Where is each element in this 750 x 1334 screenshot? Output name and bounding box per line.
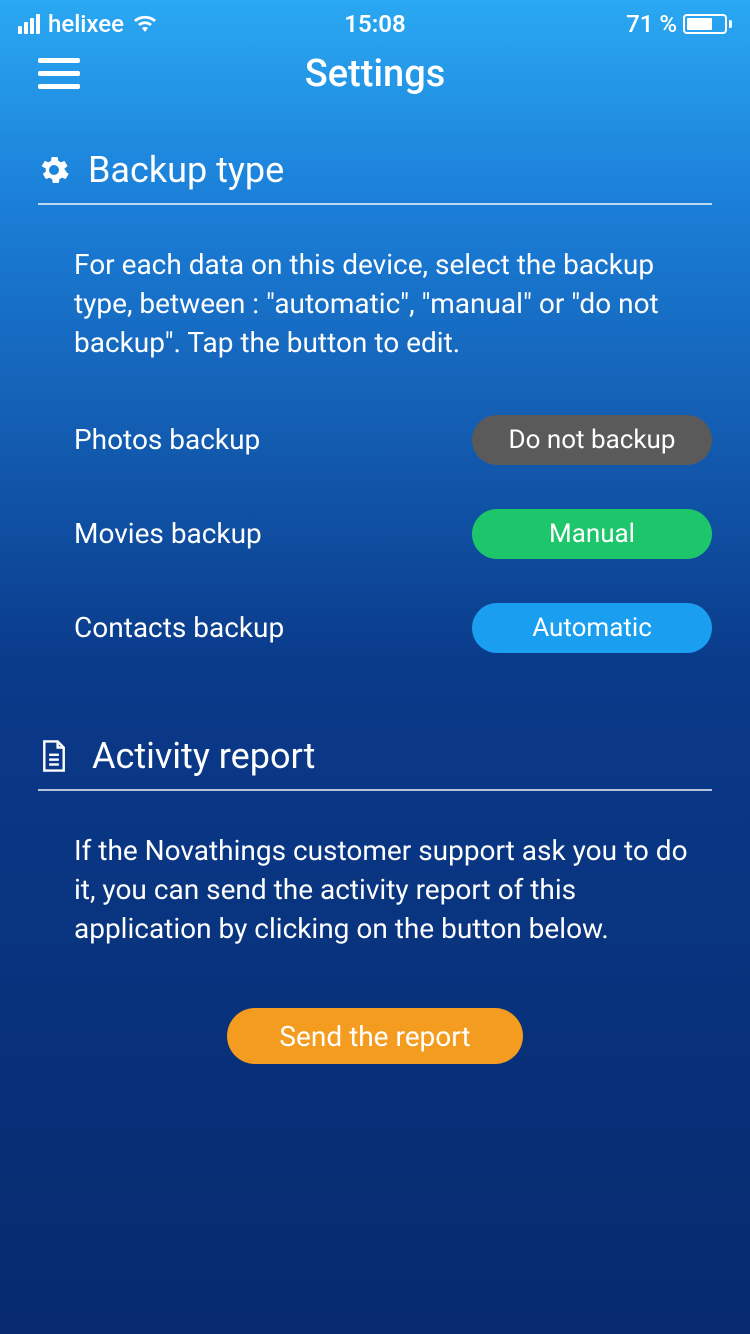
activity-section-description: If the Novathings customer support ask y… <box>38 791 712 979</box>
menu-icon[interactable] <box>38 58 80 89</box>
backup-section-title: Backup type <box>88 149 284 191</box>
status-bar: helixee 15:08 71 % <box>0 0 750 40</box>
activity-section-header: Activity report <box>38 735 712 791</box>
status-left: helixee <box>18 10 158 38</box>
send-report-button[interactable]: Send the report <box>227 1008 523 1064</box>
gear-icon <box>38 154 70 186</box>
battery-percent: 71 % <box>626 10 677 38</box>
movies-backup-label: Movies backup <box>74 517 262 550</box>
status-time: 15:08 <box>344 10 405 38</box>
backup-section-description: For each data on this device, select the… <box>38 205 712 393</box>
backup-type-section: Backup type For each data on this device… <box>0 99 750 675</box>
status-right: 71 % <box>626 10 732 38</box>
page-title: Settings <box>305 52 446 96</box>
movies-backup-button[interactable]: Manual <box>472 509 712 559</box>
activity-section-title: Activity report <box>92 735 315 777</box>
signal-icon <box>18 14 40 34</box>
app-header: Settings <box>0 40 750 99</box>
carrier-label: helixee <box>48 10 124 38</box>
activity-report-section: Activity report If the Novathings custom… <box>0 675 750 1065</box>
document-icon <box>38 740 70 772</box>
wifi-icon <box>132 14 158 34</box>
photos-backup-button[interactable]: Do not backup <box>472 415 712 465</box>
backup-section-header: Backup type <box>38 149 712 205</box>
contacts-backup-row: Contacts backup Automatic <box>38 581 712 675</box>
photos-backup-label: Photos backup <box>74 423 260 456</box>
contacts-backup-button[interactable]: Automatic <box>472 603 712 653</box>
battery-icon <box>683 14 732 34</box>
contacts-backup-label: Contacts backup <box>74 611 284 644</box>
movies-backup-row: Movies backup Manual <box>38 487 712 581</box>
photos-backup-row: Photos backup Do not backup <box>38 393 712 487</box>
